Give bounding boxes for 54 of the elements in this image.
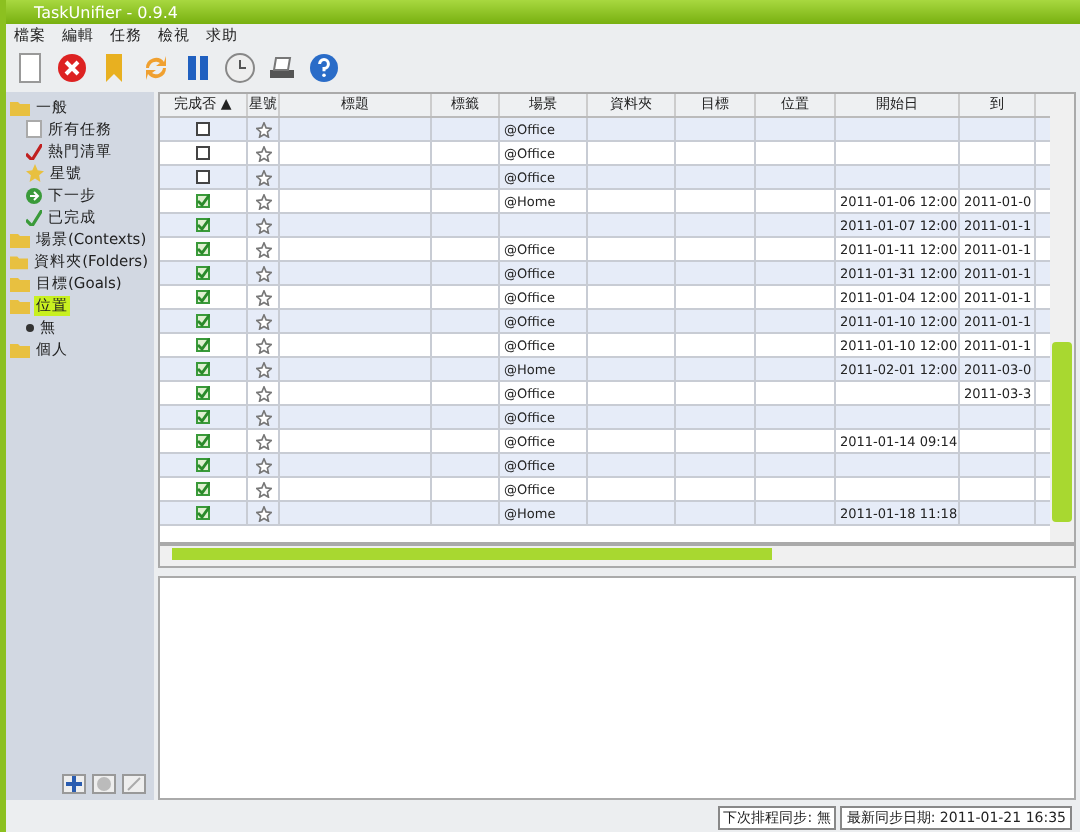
checkbox[interactable]	[196, 170, 210, 184]
star-icon[interactable]	[255, 385, 271, 401]
add-button[interactable]	[62, 774, 86, 794]
checkbox[interactable]	[196, 242, 210, 256]
clock-icon[interactable]	[224, 52, 256, 84]
window-title: TaskUnifier - 0.9.4	[34, 3, 178, 21]
folder-icon	[10, 341, 30, 357]
checkbox[interactable]	[196, 266, 210, 280]
delete-icon[interactable]	[56, 52, 88, 84]
arrow-circle-icon	[26, 187, 42, 203]
checkbox[interactable]	[196, 386, 210, 400]
help-icon[interactable]	[308, 52, 340, 84]
checkbox[interactable]	[196, 482, 210, 496]
star-icon[interactable]	[255, 193, 271, 209]
checkbox[interactable]	[196, 410, 210, 424]
pause-icon[interactable]	[182, 52, 214, 84]
printer-icon[interactable]	[266, 52, 298, 84]
star-icon[interactable]	[255, 265, 271, 281]
vertical-scrollbar[interactable]	[1050, 94, 1074, 542]
star-icon[interactable]	[255, 409, 271, 425]
star-icon[interactable]	[255, 481, 271, 497]
horizontal-scrollbar[interactable]	[158, 544, 1076, 568]
checkbox[interactable]	[196, 218, 210, 232]
folder-icon	[10, 99, 30, 115]
check-icon	[26, 143, 42, 159]
star-icon[interactable]	[255, 121, 271, 137]
checkbox[interactable]	[196, 314, 210, 328]
checkbox[interactable]	[196, 122, 210, 136]
checkbox[interactable]	[196, 146, 210, 160]
star-icon[interactable]	[255, 505, 271, 521]
star-icon[interactable]	[255, 337, 271, 353]
star-icon[interactable]	[255, 241, 271, 257]
new-page-icon[interactable]	[14, 52, 46, 84]
star-icon[interactable]	[255, 457, 271, 473]
check-icon	[26, 209, 42, 225]
star-icon[interactable]	[255, 361, 271, 377]
star-icon[interactable]	[255, 433, 271, 449]
star-icon[interactable]	[255, 145, 271, 161]
dot-icon	[26, 323, 34, 331]
checkbox[interactable]	[196, 458, 210, 472]
edit-button[interactable]	[122, 774, 146, 794]
checkbox[interactable]	[196, 506, 210, 520]
star-icon[interactable]	[255, 217, 271, 233]
checkbox[interactable]	[196, 338, 210, 352]
star-icon[interactable]	[255, 289, 271, 305]
page-icon	[26, 120, 42, 138]
checkbox[interactable]	[196, 434, 210, 448]
remove-button[interactable]	[92, 774, 116, 794]
star-icon	[26, 164, 44, 182]
star-icon[interactable]	[255, 313, 271, 329]
star-icon[interactable]	[255, 169, 271, 185]
checkbox[interactable]	[196, 290, 210, 304]
checkbox[interactable]	[196, 362, 210, 376]
checkbox[interactable]	[196, 194, 210, 208]
